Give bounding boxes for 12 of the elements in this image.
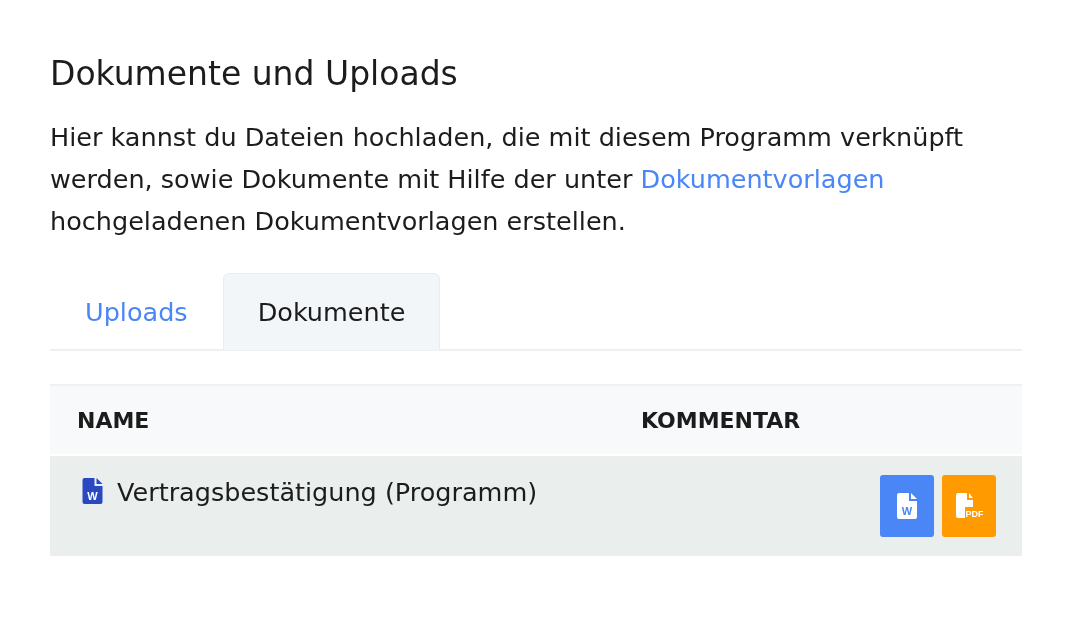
word-file-icon: W — [897, 493, 917, 519]
pdf-download-button[interactable]: PDF — [942, 475, 996, 537]
word-download-button[interactable]: W — [880, 475, 934, 537]
word-file-icon: W — [82, 478, 103, 504]
section-title: Dokumente und Uploads — [50, 53, 459, 95]
document-name: Vertragsbestätigung (Programm) — [117, 478, 538, 506]
tab[interactable]: Uploads — [50, 273, 223, 350]
tab[interactable]: Dokumente — [222, 273, 441, 350]
section-description: Hier kannst du Dateien hochladen, die mit diesem Programm verknüpft werden, sowie Dokumente mit Hilfe der unter Dokumentvorlagen hochgeladenen Dokumentvorlagen erstellen. — [50, 121, 965, 238]
templates-link[interactable]: Dokumentvorlagen — [640, 164, 885, 194]
column-header: KOMMENTAR — [640, 407, 802, 433]
column-header: NAME — [76, 407, 151, 433]
